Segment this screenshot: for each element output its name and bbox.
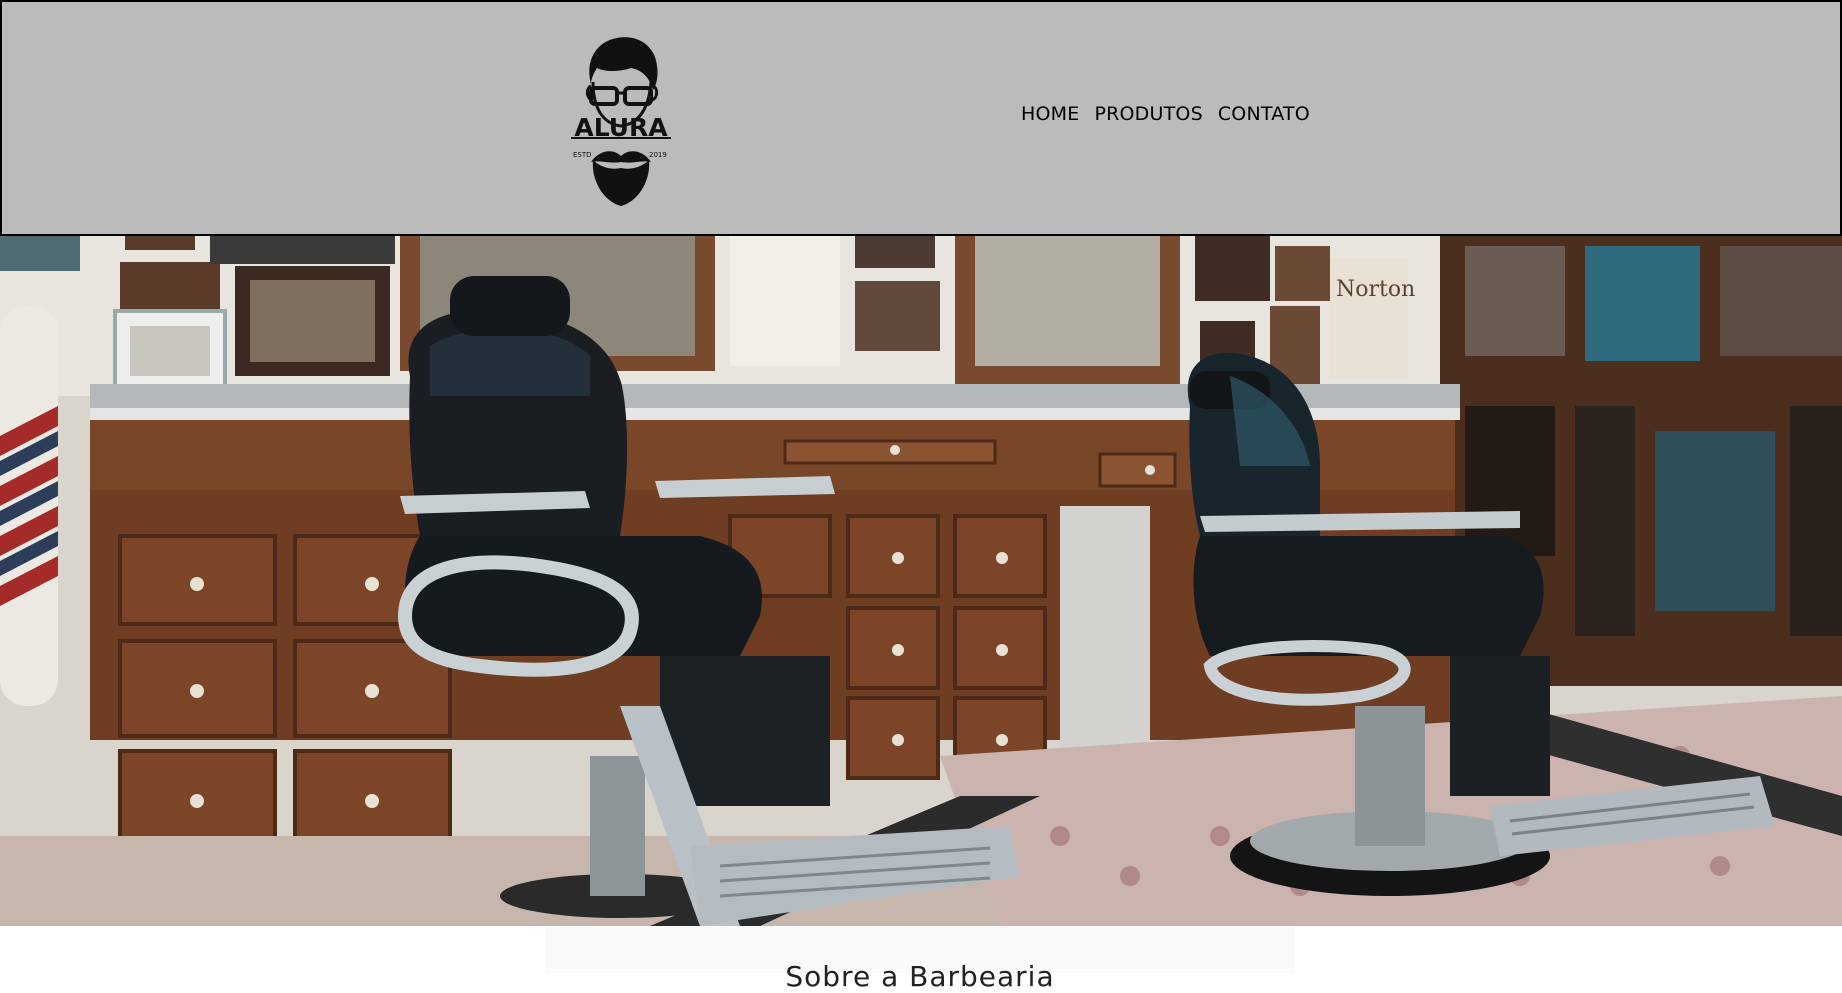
svg-text:ESTD: ESTD [573,151,592,159]
nav-link-home[interactable]: HOME [1021,103,1079,125]
logo-link[interactable]: ALURA ESTD 2019 [569,32,673,210]
nav-item-contato: CONTATO [1218,103,1310,125]
about-section-title: Sobre a Barbearia [785,960,1055,993]
nav-list: HOME PRODUTOS CONTATO [1021,103,1310,125]
nav-link-produtos[interactable]: PRODUTOS [1094,103,1202,125]
barbershop-photo: Norton [0,236,1842,926]
site-header: ALURA ESTD 2019 HOME PRODUTOS CONTATO [0,0,1842,236]
svg-text:2019: 2019 [649,151,667,159]
hero-banner-image: Norton [0,236,1842,926]
nav-item-home: HOME [1021,103,1079,125]
about-panel: Sobre a Barbearia [545,926,1295,993]
bearded-man-logo-icon: ALURA ESTD 2019 [571,37,671,206]
about-section: Sobre a Barbearia [0,926,1842,993]
svg-text:ALURA: ALURA [574,113,668,142]
nav-link-contato[interactable]: CONTATO [1218,103,1310,125]
svg-text:Norton: Norton [1336,277,1415,302]
nav-item-produtos: PRODUTOS [1094,103,1202,125]
